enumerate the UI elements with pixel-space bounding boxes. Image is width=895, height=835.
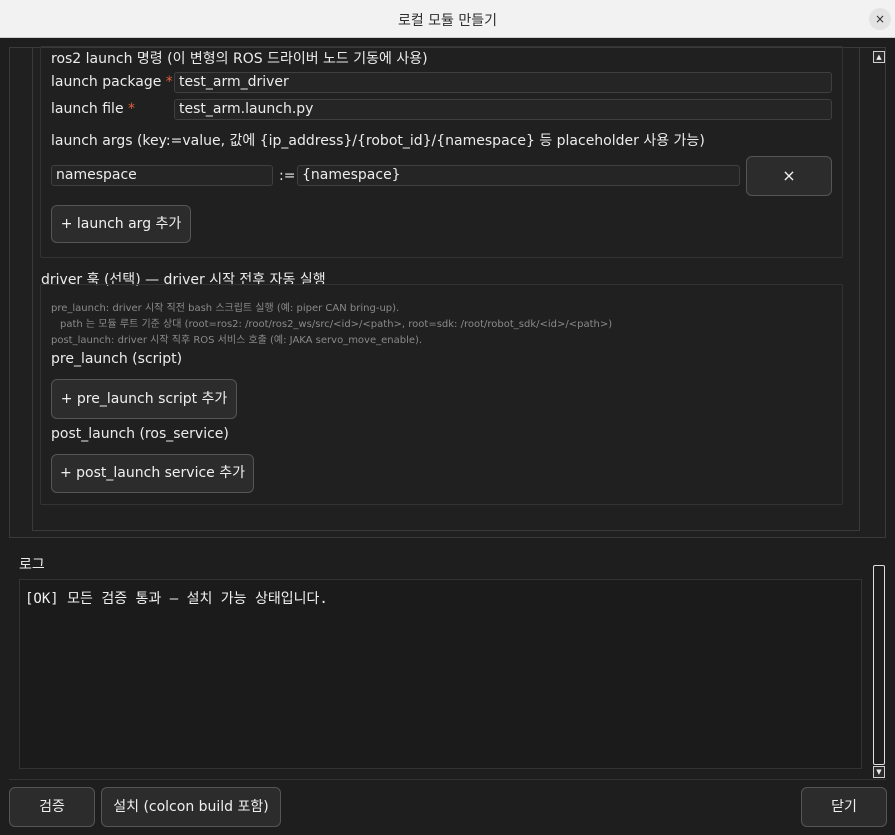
hooks-hint-line: pre_launch: driver 시작 직전 bash 스크립트 실행 (예… xyxy=(51,303,400,314)
scroll-down-arrow-icon[interactable]: ▼ xyxy=(873,766,885,778)
validate-button[interactable]: 검증 xyxy=(9,787,95,827)
launch-group: ros2 launch 명령 (이 변형의 ROS 드라이버 노드 기동에 사용… xyxy=(40,46,843,258)
required-mark: * xyxy=(128,101,136,117)
launch-arg-value-input[interactable]: {namespace} xyxy=(297,165,740,186)
post-launch-label: post_launch (ros_service) xyxy=(51,426,229,442)
log-text: [OK] 모든 검증 통과 — 설치 가능 상태입니다. xyxy=(25,591,328,607)
log-title: 로그 xyxy=(19,557,45,573)
launch-package-label: launch package * xyxy=(51,74,173,90)
launch-file-input[interactable]: test_arm.launch.py xyxy=(174,99,832,120)
module-form-scroll-area[interactable]: ros2 launch 명령 (이 변형의 ROS 드라이버 노드 기동에 사용… xyxy=(9,46,886,538)
close-button[interactable]: 닫기 xyxy=(801,787,887,827)
launch-package-input[interactable]: test_arm_driver xyxy=(174,72,832,93)
launch-args-label: launch args (key:=value, 값에 {ip_address}… xyxy=(51,133,705,149)
required-mark: * xyxy=(165,74,173,90)
remove-launch-arg-button[interactable]: × xyxy=(746,156,832,196)
form-scrollbar[interactable]: ▲ xyxy=(872,48,886,537)
add-post-launch-service-button[interactable]: + post_launch service 추가 xyxy=(51,454,254,493)
add-launch-arg-button[interactable]: + launch arg 추가 xyxy=(51,205,191,243)
launch-arg-key-input[interactable]: namespace xyxy=(51,165,273,186)
window-titlebar: 로컬 모듈 만들기 × xyxy=(0,0,895,38)
launch-file-label: launch file * xyxy=(51,101,135,117)
scroll-up-arrow-icon[interactable]: ▲ xyxy=(873,51,885,63)
window-title: 로컬 모듈 만들기 xyxy=(397,13,498,29)
log-scrollbar[interactable]: ▼ xyxy=(872,565,886,779)
log-output[interactable]: [OK] 모든 검증 통과 — 설치 가능 상태입니다. xyxy=(19,579,862,769)
log-scrollbar-thumb[interactable] xyxy=(873,565,885,765)
pre-launch-label: pre_launch (script) xyxy=(51,351,183,367)
driver-hooks-group: pre_launch: driver 시작 직전 bash 스크립트 실행 (예… xyxy=(40,284,843,505)
dialog-body: ros2 launch 명령 (이 변형의 ROS 드라이버 노드 기동에 사용… xyxy=(0,38,895,835)
launch-section-label: ros2 launch 명령 (이 변형의 ROS 드라이버 노드 기동에 사용… xyxy=(51,51,428,67)
hooks-hint-line: post_launch: driver 시작 직후 ROS 서비스 호출 (예:… xyxy=(51,335,423,346)
launch-file-label-text: launch file xyxy=(51,101,124,117)
hooks-hint-line: path 는 모듈 루트 기준 상대 (root=ros2: /root/ros… xyxy=(60,319,613,330)
footer-divider xyxy=(9,779,886,780)
launch-arg-separator: := xyxy=(279,168,296,184)
install-button[interactable]: 설치 (colcon build 포함) xyxy=(101,787,281,827)
add-pre-launch-script-button[interactable]: + pre_launch script 추가 xyxy=(51,379,237,419)
window-close-icon[interactable]: × xyxy=(869,8,891,30)
launch-package-label-text: launch package xyxy=(51,74,162,90)
